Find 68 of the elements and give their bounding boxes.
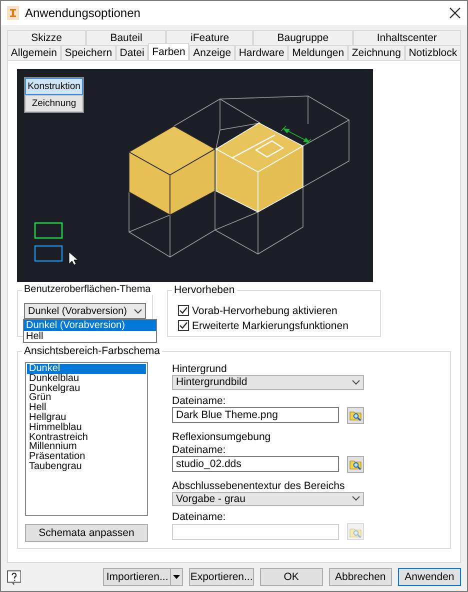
list-item[interactable]: Hell	[27, 403, 146, 413]
list-item[interactable]: Präsentation	[27, 452, 146, 462]
tab[interactable]: Notizblock	[404, 45, 462, 60]
close-icon[interactable]	[449, 7, 461, 19]
dimension-arrow-icon	[280, 126, 312, 144]
list-item[interactable]: Millennium	[27, 442, 146, 452]
group-title: Hervorheben	[172, 284, 237, 296]
tab[interactable]: Meldungen	[288, 45, 348, 60]
mode-button[interactable]: Konstruktion	[25, 78, 83, 95]
caret-icon	[173, 575, 180, 579]
footer-button[interactable]: Abbrechen	[328, 568, 392, 586]
tab[interactable]: iFeature	[166, 30, 254, 45]
footer-button[interactable]: Anwenden	[398, 568, 461, 586]
list-item[interactable]: Hellgrau	[27, 412, 146, 423]
mode-button[interactable]: Zeichnung	[25, 95, 83, 112]
field-label: Hintergrund	[172, 363, 228, 375]
tab[interactable]: Zeichnung	[348, 45, 405, 60]
list-item[interactable]: Dunkelgrau	[27, 384, 146, 394]
dropdown[interactable]: Hintergrundbild	[172, 375, 364, 390]
browse-button[interactable]	[347, 456, 364, 472]
checkbox[interactable]	[178, 320, 189, 331]
tab[interactable]: Speichern	[60, 45, 116, 60]
dropdown-option[interactable]: Hell	[24, 331, 156, 342]
selection-swatch-icon	[34, 222, 63, 239]
footer-button[interactable]: OK	[260, 568, 323, 586]
dropdown[interactable]: Vorgabe - grau	[172, 492, 364, 506]
footer-button[interactable]: Importieren...	[103, 568, 172, 586]
app-icon	[7, 6, 19, 20]
list-item[interactable]: Taubengrau	[27, 462, 146, 472]
footer-button[interactable]: Exportieren...	[189, 568, 254, 586]
field-label: Dateiname:	[172, 511, 227, 523]
list-item[interactable]: Dunkel	[27, 364, 146, 374]
dropdown-option[interactable]: Dunkel (Vorabversion)	[24, 320, 156, 331]
tab[interactable]: Bauteil	[86, 30, 166, 45]
checkbox-label: Erweiterte Markierungsfunktionen	[192, 320, 348, 332]
customize-button[interactable]: Schemata anpassen	[25, 524, 148, 542]
tab[interactable]: Skizze	[7, 30, 86, 45]
group-title: Ansichtsbereich-Farbschema	[22, 345, 162, 357]
window-title: Anwendungsoptionen	[25, 6, 142, 20]
tab[interactable]: Farben	[148, 43, 190, 60]
section-label: Reflexionsumgebung	[172, 430, 272, 442]
tab[interactable]: Datei	[116, 45, 148, 60]
help-icon[interactable]	[7, 570, 22, 584]
list-item[interactable]: Kontrastreich	[27, 432, 146, 442]
checkbox[interactable]	[178, 305, 189, 316]
browse-button[interactable]	[347, 406, 364, 424]
tab[interactable]: Hardware	[234, 45, 288, 60]
caret-icon	[352, 380, 360, 385]
tab[interactable]: Inhaltscenter	[352, 30, 462, 45]
file-name-field[interactable]: Dark Blue Theme.png	[172, 407, 340, 423]
cursor-icon	[68, 252, 78, 266]
theme-dropdown[interactable]: Dunkel (Vorabversion)	[24, 303, 146, 319]
list-item[interactable]: Grün	[27, 393, 146, 404]
dropdown-arrow-button[interactable]	[171, 568, 184, 586]
field-label: Dateiname:	[172, 394, 227, 406]
tab[interactable]: Allgemein	[7, 45, 61, 60]
section-label: Abschlussebenentextur des Bereichs	[172, 480, 346, 492]
caret-icon	[352, 496, 360, 502]
caret-icon	[134, 308, 142, 314]
field-label: Dateiname:	[172, 444, 227, 456]
file-name-field[interactable]: studio_02.dds	[172, 456, 340, 472]
list-item[interactable]: Himmelblau	[27, 422, 146, 433]
tab[interactable]: Anzeige	[189, 45, 235, 60]
list-item[interactable]: Dunkelblau	[27, 374, 146, 384]
checkbox-label: Vorab-Hervorhebung aktivieren	[192, 304, 338, 316]
group-title: Benutzeroberflächen-Thema	[22, 284, 153, 295]
tab[interactable]: Baugruppe	[253, 30, 353, 45]
preselect-swatch-icon	[34, 245, 63, 262]
